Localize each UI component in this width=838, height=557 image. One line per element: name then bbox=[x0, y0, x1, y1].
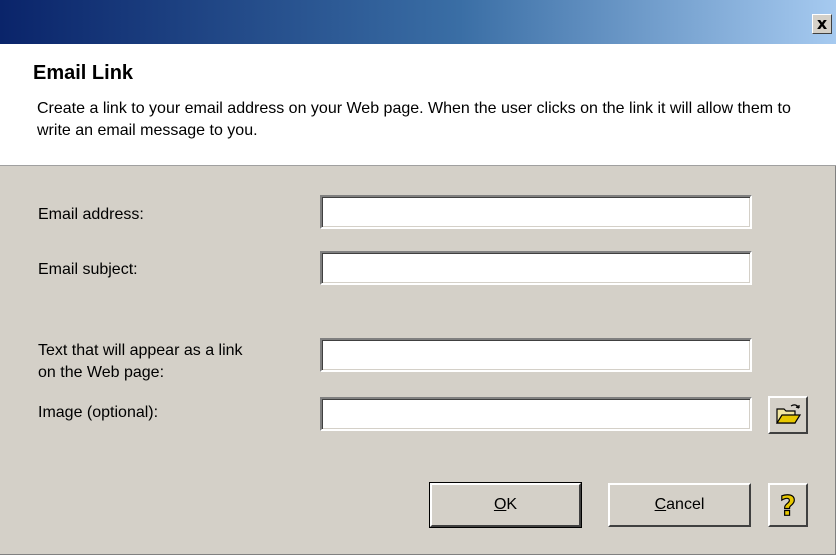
dialog-header: Email Link Create a link to your email a… bbox=[0, 44, 836, 166]
image-label: Image (optional): bbox=[38, 404, 159, 421]
ok-label-rest: K bbox=[506, 496, 518, 513]
cancel-button[interactable]: Cancel bbox=[608, 483, 751, 527]
cancel-mnemonic: C bbox=[654, 496, 667, 513]
help-question-icon: ? bbox=[779, 488, 796, 522]
help-button[interactable]: ? bbox=[768, 483, 808, 527]
dialog-description: Create a link to your email address on y… bbox=[37, 100, 791, 139]
cancel-label-rest: ancel bbox=[666, 496, 705, 513]
image-path-input[interactable] bbox=[320, 397, 752, 431]
link-text-label-line2: on the Web page: bbox=[38, 364, 165, 381]
title-bar[interactable]: x bbox=[0, 0, 836, 44]
open-folder-icon bbox=[775, 404, 802, 424]
email-address-input[interactable] bbox=[320, 195, 752, 229]
ok-mnemonic: O bbox=[493, 496, 507, 513]
email-subject-input[interactable] bbox=[320, 251, 752, 285]
link-text-input[interactable] bbox=[320, 338, 752, 372]
close-icon: x bbox=[816, 14, 828, 33]
ok-button[interactable]: OK bbox=[429, 482, 582, 528]
link-text-label-line1: Text that will appear as a link bbox=[38, 342, 243, 359]
close-button[interactable]: x bbox=[812, 14, 832, 34]
dialog-heading: Email Link bbox=[33, 62, 134, 84]
email-subject-label: Email subject: bbox=[38, 261, 138, 278]
email-address-label: Email address: bbox=[38, 206, 144, 223]
help-glyph: ? bbox=[780, 489, 796, 522]
browse-image-button[interactable] bbox=[768, 396, 808, 434]
email-link-dialog: x Email Link Create a link to your email… bbox=[0, 0, 836, 555]
link-text-label: Text that will appear as a link on the W… bbox=[38, 340, 243, 384]
